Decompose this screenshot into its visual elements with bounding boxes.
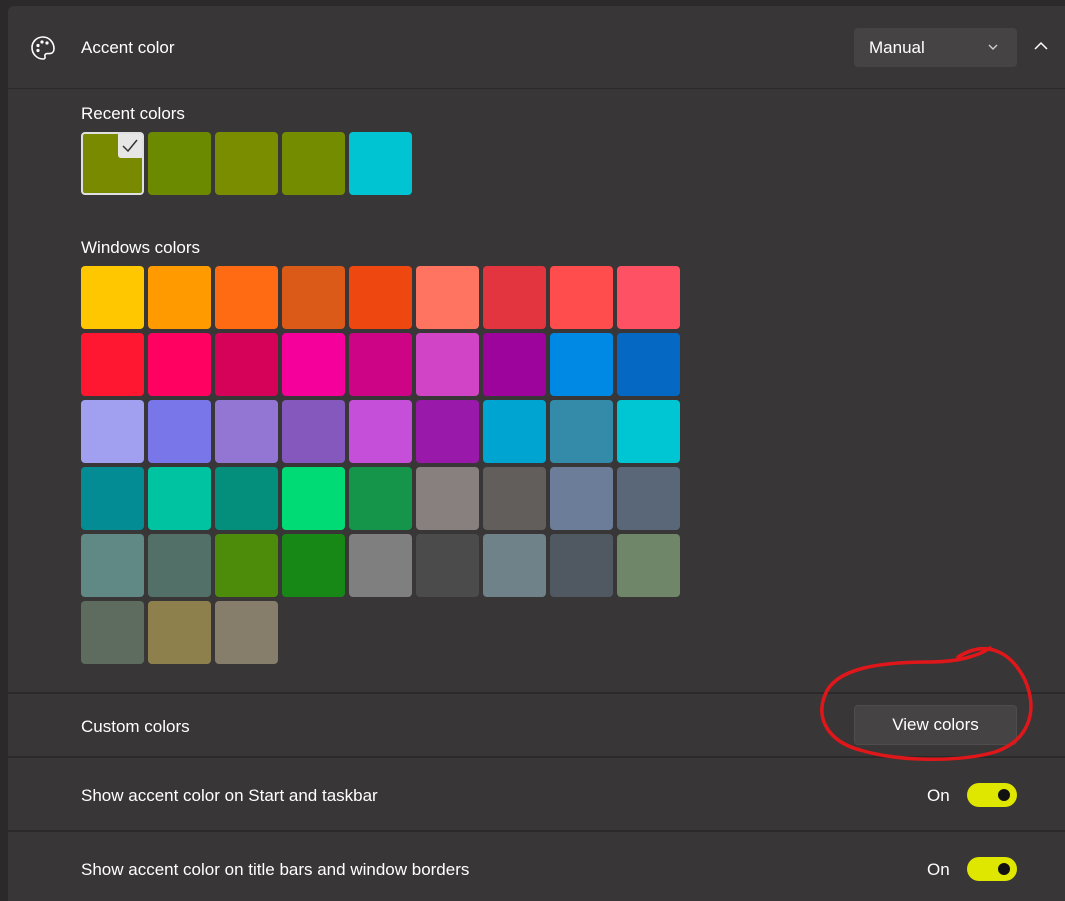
color-swatch[interactable] bbox=[349, 400, 412, 463]
color-swatch[interactable] bbox=[416, 333, 479, 396]
color-swatch[interactable] bbox=[215, 601, 278, 664]
color-swatch[interactable] bbox=[282, 132, 345, 195]
checkmark-icon bbox=[118, 134, 142, 158]
color-swatch[interactable] bbox=[483, 534, 546, 597]
color-swatch[interactable] bbox=[550, 400, 613, 463]
color-swatch[interactable] bbox=[483, 333, 546, 396]
color-swatch[interactable] bbox=[148, 601, 211, 664]
color-swatch[interactable] bbox=[349, 467, 412, 530]
color-swatch[interactable] bbox=[215, 400, 278, 463]
color-swatch[interactable] bbox=[349, 333, 412, 396]
accent-mode-dropdown[interactable]: Manual bbox=[854, 28, 1017, 67]
accent-mode-value: Manual bbox=[869, 38, 925, 57]
color-swatch[interactable] bbox=[215, 534, 278, 597]
chevron-down-icon bbox=[988, 44, 998, 50]
show-on-title-bars-label: Show accent color on title bars and wind… bbox=[81, 860, 470, 879]
color-swatch[interactable] bbox=[148, 333, 211, 396]
color-swatch[interactable] bbox=[282, 333, 345, 396]
color-swatch[interactable] bbox=[81, 467, 144, 530]
color-swatch[interactable] bbox=[483, 400, 546, 463]
color-swatch[interactable] bbox=[349, 132, 412, 195]
view-colors-button[interactable]: View colors bbox=[854, 705, 1017, 745]
color-swatch[interactable] bbox=[148, 132, 211, 195]
color-swatch[interactable] bbox=[416, 266, 479, 329]
color-swatch[interactable] bbox=[215, 266, 278, 329]
color-swatch[interactable] bbox=[416, 534, 479, 597]
color-swatch[interactable] bbox=[282, 467, 345, 530]
color-swatch[interactable] bbox=[416, 467, 479, 530]
color-swatch[interactable] bbox=[81, 266, 144, 329]
color-swatch[interactable] bbox=[550, 333, 613, 396]
show-on-start-state: On bbox=[927, 786, 950, 805]
color-swatch[interactable] bbox=[81, 534, 144, 597]
chevron-up-icon[interactable] bbox=[1034, 40, 1048, 52]
windows-colors-label: Windows colors bbox=[81, 238, 201, 257]
color-swatch[interactable] bbox=[81, 601, 144, 664]
color-swatch[interactable] bbox=[617, 534, 680, 597]
color-swatch[interactable] bbox=[483, 467, 546, 530]
color-swatch[interactable] bbox=[215, 132, 278, 195]
color-swatch[interactable] bbox=[617, 467, 680, 530]
toggle-knob bbox=[998, 863, 1010, 875]
color-swatch[interactable] bbox=[617, 333, 680, 396]
color-swatch[interactable] bbox=[550, 467, 613, 530]
recent-colors-label: Recent colors bbox=[81, 104, 185, 123]
show-on-title-bars-toggle[interactable] bbox=[967, 857, 1017, 881]
color-swatch[interactable] bbox=[550, 266, 613, 329]
show-on-start-label: Show accent color on Start and taskbar bbox=[81, 786, 378, 805]
color-swatch[interactable] bbox=[416, 400, 479, 463]
color-swatch[interactable] bbox=[148, 534, 211, 597]
color-swatch[interactable] bbox=[148, 400, 211, 463]
color-swatch[interactable] bbox=[282, 266, 345, 329]
color-swatch-selected[interactable] bbox=[81, 132, 144, 195]
color-swatch[interactable] bbox=[81, 400, 144, 463]
color-swatch[interactable] bbox=[349, 534, 412, 597]
show-on-start-toggle[interactable] bbox=[967, 783, 1017, 807]
color-swatch[interactable] bbox=[349, 266, 412, 329]
palette-icon bbox=[31, 36, 55, 60]
color-swatch[interactable] bbox=[282, 534, 345, 597]
show-on-title-bars-state: On bbox=[927, 860, 950, 879]
color-swatch[interactable] bbox=[81, 333, 144, 396]
color-swatch[interactable] bbox=[617, 400, 680, 463]
toggle-knob bbox=[998, 789, 1010, 801]
color-swatch[interactable] bbox=[483, 266, 546, 329]
color-swatch[interactable] bbox=[617, 266, 680, 329]
color-swatch[interactable] bbox=[215, 333, 278, 396]
color-swatch[interactable] bbox=[550, 534, 613, 597]
color-swatch[interactable] bbox=[215, 467, 278, 530]
color-swatch[interactable] bbox=[148, 266, 211, 329]
accent-color-title: Accent color bbox=[81, 38, 175, 57]
custom-colors-label: Custom colors bbox=[81, 717, 190, 736]
color-swatch[interactable] bbox=[282, 400, 345, 463]
color-swatch[interactable] bbox=[148, 467, 211, 530]
